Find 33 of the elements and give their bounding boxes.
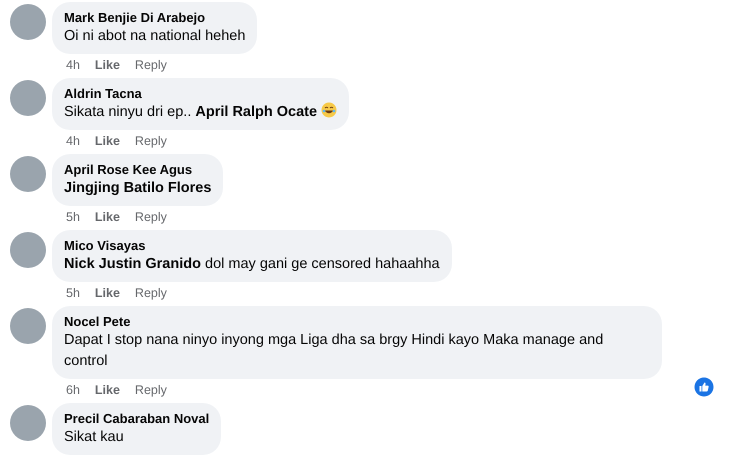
comment-text: Oi ni abot na national heheh: [64, 27, 246, 46]
comment-time[interactable]: 4h: [66, 133, 80, 149]
avatar[interactable]: [10, 4, 46, 40]
like-link[interactable]: Like: [94, 209, 120, 225]
comment-time[interactable]: 4h: [66, 57, 80, 73]
comment-time[interactable]: 6h: [66, 382, 80, 398]
avatar[interactable]: [10, 405, 46, 441]
comment-time[interactable]: 5h: [66, 285, 80, 301]
avatar[interactable]: [10, 80, 46, 116]
avatar[interactable]: [10, 156, 46, 192]
comment-text: Dapat I stop nana ninyo inyong mga Liga dha sa brgy Hindi kayo Maka manage and control: [64, 331, 604, 371]
reply-link[interactable]: Reply: [134, 382, 167, 398]
like-link[interactable]: Like: [94, 57, 120, 73]
comment-author[interactable]: April Rose Kee Agus: [64, 161, 212, 178]
avatar[interactable]: [10, 308, 46, 344]
reply-link[interactable]: Reply: [134, 57, 167, 73]
comment-author[interactable]: Mark Benjie Di Arabejo: [64, 9, 246, 26]
like-link[interactable]: Like: [94, 382, 120, 398]
comment-text: Jingjing Batilo Flores: [64, 179, 212, 198]
like-link[interactable]: Like: [94, 285, 120, 301]
comment-author[interactable]: Nocel Pete: [64, 313, 650, 330]
comment-time[interactable]: 5h: [66, 209, 80, 225]
comment-text: Sikata ninyu dri ep.. April Ralph Ocate: [64, 102, 338, 123]
reply-link[interactable]: Reply: [134, 209, 167, 225]
comment-text: Nick Justin Granido dol may gani ge censored hahaahha: [64, 255, 440, 274]
comment-text: Sikat kau: [64, 428, 125, 447]
comment-author[interactable]: Mico Visayas: [64, 237, 440, 254]
like-link[interactable]: Like: [94, 133, 120, 149]
comment-author[interactable]: Precil Cabaraban Noval: [64, 410, 210, 427]
reply-link[interactable]: Reply: [134, 285, 167, 301]
reply-link[interactable]: Reply: [134, 133, 167, 149]
comment-author[interactable]: Aldrin Tacna: [64, 85, 338, 102]
avatar[interactable]: [10, 232, 46, 268]
